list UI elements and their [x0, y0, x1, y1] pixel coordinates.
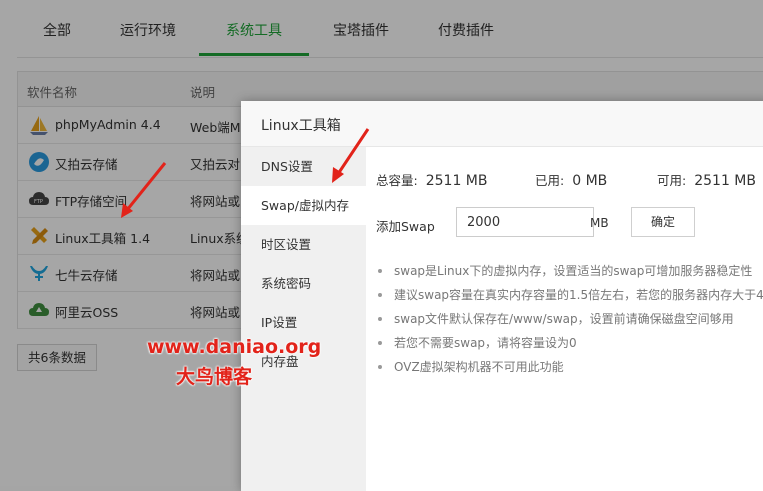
arrow-to-linux-toolbox [121, 162, 167, 218]
watermark-url: www.daniao.org [147, 336, 322, 358]
annotation-arrows [121, 128, 370, 218]
watermark-name: 大鸟博客 [176, 366, 253, 388]
arrow-to-swap [332, 128, 370, 183]
